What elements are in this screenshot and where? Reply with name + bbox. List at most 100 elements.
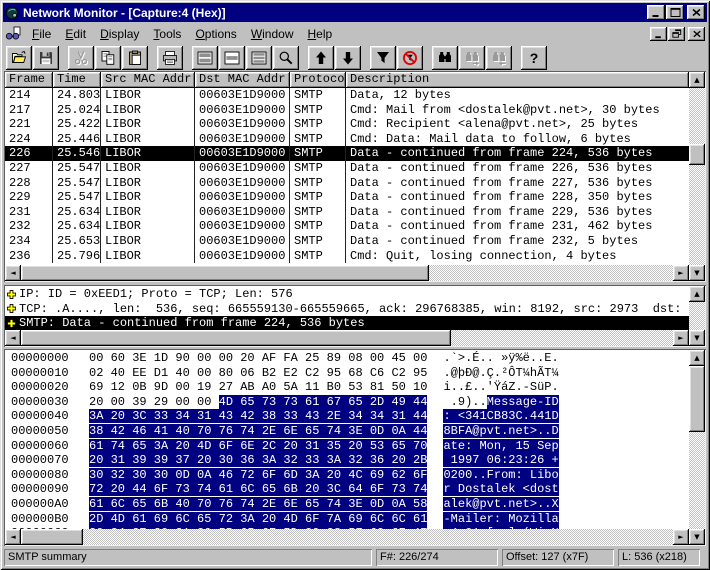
scroll-right-icon[interactable]: ► (673, 265, 689, 281)
close-button[interactable] (687, 5, 705, 20)
menu-tools[interactable]: Tools (146, 25, 188, 43)
detail-line-smtp[interactable]: SMTP: Data - continued from frame 224, 5… (5, 316, 689, 330)
mdi-restore-button[interactable] (668, 26, 685, 41)
scroll-up-icon[interactable]: ▲ (689, 286, 705, 302)
hex-row[interactable]: 00000010 02 40 EE D1 40 00 80 06 B2 E2 C2… (5, 366, 689, 381)
find-frame-button[interactable] (432, 45, 458, 70)
frame-row[interactable]: 232 25.634 LIBOR 00603E1D9000 SMTP Data - con… (5, 219, 689, 234)
pane-detail-icon (224, 51, 240, 64)
frame-row[interactable]: 214 24.803 LIBOR 00603E1D9000 SMTP Data, 12 b… (5, 88, 689, 103)
copy-button[interactable] (95, 45, 121, 70)
hex-row[interactable]: 00000060 61 74 65 3A 20 4D 6F 6E 2C 20 31… (5, 438, 689, 454)
minimize-button[interactable] (647, 5, 665, 20)
scrollbar-thumb[interactable] (21, 330, 451, 346)
cell: 234 (5, 233, 53, 249)
menu-display[interactable]: Display (93, 25, 146, 43)
hex-row[interactable]: 00000080 30 32 30 30 0D 0A 46 72 6F 6D 3A… (5, 467, 689, 483)
menu-options[interactable]: Options (188, 25, 243, 43)
expand-plus-icon[interactable] (7, 319, 16, 328)
detail-vertical-scrollbar[interactable]: ▲ ▼ (689, 286, 705, 346)
pane-hex-button[interactable] (246, 45, 272, 70)
save-capture-button[interactable] (33, 45, 59, 70)
hex-bytes: 61 6C 65 6B 40 70 76 74 2E 6E 65 74 3E 0… (89, 496, 428, 511)
detail-line-tcp[interactable]: TCP: .A...., len: 536, seq: 665559130-66… (5, 302, 689, 317)
scroll-down-icon[interactable]: ▼ (689, 330, 705, 346)
detail-line-ip[interactable]: IP: ID = 0xEED1; Proto = TCP; Len: 576 (5, 287, 689, 302)
menu-help[interactable]: Help (301, 25, 340, 43)
mdi-close-button[interactable] (688, 26, 705, 41)
print-button[interactable] (157, 45, 183, 70)
hex-row[interactable]: 00000040 3A 20 3C 33 34 31 43 42 38 33 43… (5, 409, 689, 424)
hex-row[interactable]: 00000050 38 42 46 41 40 70 76 74 2E 6E 65… (5, 423, 689, 439)
help-icon: ? (529, 49, 539, 66)
frame-row[interactable]: 217 25.024 LIBOR 00603E1D9000 SMTP Cmd: Mail … (5, 102, 689, 118)
summary-vertical-scrollbar[interactable]: ▲ ▼ (689, 72, 705, 281)
mdi-minimize-button[interactable] (650, 26, 667, 41)
next-frame-button[interactable] (335, 45, 361, 70)
prev-frame-button[interactable] (308, 45, 334, 70)
hex-row[interactable]: 00000070 20 31 39 39 37 20 30 36 3A 32 33… (5, 453, 689, 468)
app-icon[interactable] (5, 6, 19, 20)
menu-window[interactable]: Window (244, 25, 301, 43)
scroll-left-icon[interactable]: ◄ (5, 330, 21, 346)
scroll-left-icon[interactable]: ◄ (5, 529, 21, 545)
scroll-up-icon[interactable]: ▲ (689, 350, 705, 366)
scroll-down-icon[interactable]: ▼ (689, 265, 705, 281)
scrollbar-thumb[interactable] (21, 529, 83, 545)
maximize-button[interactable] (666, 5, 684, 20)
scroll-right-icon[interactable]: ► (673, 330, 689, 346)
scrollbar-thumb[interactable] (689, 366, 705, 432)
menu-edit[interactable]: Edit (58, 25, 93, 43)
hex-row[interactable]: 00000090 72 20 44 6F 73 74 61 6C 65 6B 20… (5, 482, 689, 497)
toolbar: ? (3, 44, 707, 71)
frame-row[interactable]: 236 25.796 LIBOR 00603E1D9000 SMTP Cmd: Quit,… (5, 248, 689, 264)
cancel-filter-button[interactable] (397, 45, 423, 70)
pane-detail-button[interactable] (219, 45, 245, 70)
column-header-dst-mac-addr[interactable]: Dst MAC Addr (195, 72, 290, 88)
hex-horizontal-scrollbar[interactable]: ◄ ► (5, 529, 689, 545)
hex-bytes: 61 74 65 3A 20 4D 6F 6E 2C 20 31 35 20 5… (89, 438, 428, 453)
print-icon (163, 50, 177, 65)
scroll-up-icon[interactable]: ▲ (689, 72, 705, 88)
scrollbar-thumb[interactable] (21, 265, 429, 281)
column-header-time[interactable]: Time (53, 72, 101, 88)
expand-plus-icon[interactable] (7, 304, 16, 314)
hex-row[interactable]: 000000B0 2D 4D 61 69 6C 65 72 3A 20 4D 6F… (5, 511, 689, 527)
filter-button[interactable] (370, 45, 396, 70)
capture-window-icon[interactable] (5, 26, 21, 41)
hex-row[interactable]: 00000020 69 12 0B 9D 00 19 27 AB A0 5A 11… (5, 380, 689, 395)
hex-row[interactable]: 00000000 00 60 3E 1D 90 00 00 20 AF FA 25… (5, 351, 689, 366)
frame-row[interactable]: 234 25.653 LIBOR 00603E1D9000 SMTP Data - con… (5, 233, 689, 249)
summary-horizontal-scrollbar[interactable]: ◄ ► (5, 265, 689, 281)
cell: 25.547 (53, 160, 101, 176)
scroll-right-icon[interactable]: ► (673, 529, 689, 545)
frame-row[interactable]: 221 25.422 LIBOR 00603E1D9000 SMTP Cmd: Recip… (5, 117, 689, 132)
paste-button[interactable] (122, 45, 148, 70)
scroll-down-icon[interactable]: ▼ (689, 529, 705, 545)
column-header-src-mac-addr[interactable]: Src MAC Addr (101, 72, 195, 88)
frame-row[interactable]: 231 25.634 LIBOR 00603E1D9000 SMTP Data - con… (5, 204, 689, 220)
cell: SMTP (290, 219, 346, 234)
open-capture-button[interactable] (6, 45, 32, 70)
frame-row[interactable]: 228 25.547 LIBOR 00603E1D9000 SMTP Data - con… (5, 175, 689, 191)
column-header-frame[interactable]: Frame (5, 72, 53, 88)
scrollbar-thumb[interactable] (689, 144, 705, 165)
frame-row[interactable]: 226 25.546 LIBOR 00603E1D9000 SMTP Data - con… (5, 146, 689, 161)
zoom-pane-button[interactable] (273, 45, 299, 70)
hex-row[interactable]: 000000A0 61 6C 65 6B 40 70 76 74 2E 6E 65… (5, 496, 689, 512)
menu-file[interactable]: File (25, 25, 58, 43)
frame-row[interactable]: 224 25.446 LIBOR 00603E1D9000 SMTP Cmd: Data:… (5, 131, 689, 147)
scroll-left-icon[interactable]: ◄ (5, 265, 21, 281)
hex-row[interactable]: 00000030 20 00 39 29 00 00 4D 65 73 73 61… (5, 394, 689, 410)
frame-row[interactable]: 227 25.547 LIBOR 00603E1D9000 SMTP Data - con… (5, 160, 689, 176)
pane-summary-button[interactable] (192, 45, 218, 70)
frame-row[interactable]: 229 25.547 LIBOR 00603E1D9000 SMTP Data - con… (5, 190, 689, 205)
hex-vertical-scrollbar[interactable]: ▲ ▼ (689, 350, 705, 545)
column-header-description[interactable]: Description (346, 72, 689, 88)
help-button[interactable]: ? (521, 45, 547, 70)
column-header-protocol[interactable]: Protocol (290, 72, 346, 88)
mdi-close-icon (692, 30, 701, 37)
detail-horizontal-scrollbar[interactable]: ◄ ► (5, 330, 689, 346)
cell: 00603E1D9000 (195, 146, 290, 161)
expand-plus-icon[interactable] (7, 289, 16, 299)
